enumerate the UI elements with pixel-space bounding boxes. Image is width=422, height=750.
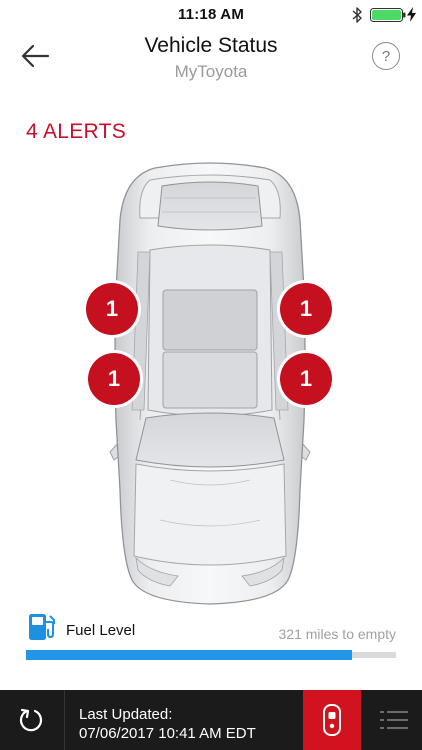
fuel-pump-icon [29,614,55,640]
toolbar-divider [64,690,65,750]
battery-icon [370,8,406,22]
page-title: Vehicle Status [144,34,278,57]
vehicle-status-screen: 11:18 AM Vehicle Status MyToyota ? 4 ALE… [0,0,422,750]
bottom-toolbar: Last Updated: 07/06/2017 10:41 AM EDT [0,690,422,750]
vehicle-key-icon [323,704,341,736]
last-updated-label: Last Updated: [79,706,173,723]
menu-button[interactable] [366,690,422,750]
refresh-icon [19,708,43,732]
vehicle-status-button[interactable] [303,690,361,750]
alert-badge-front-left-door[interactable]: 1 [86,283,138,335]
fuel-level-label: Fuel Level [66,622,136,639]
fuel-level-bar [26,650,396,660]
help-button[interactable]: ? [372,42,400,70]
refresh-button[interactable] [0,690,62,750]
charging-icon [407,7,416,22]
status-bar: 11:18 AM [0,0,422,30]
vehicle-diagram: 1 1 1 1 [86,160,332,610]
alert-badge-rear-left-door[interactable]: 1 [88,353,140,405]
list-menu-icon [380,711,408,729]
fuel-info: Fuel Level 321 miles to empty [26,610,396,644]
alerts-summary: 4 ALERTS [26,120,127,143]
page-subtitle: MyToyota [174,62,248,81]
alert-badge-rear-right-door[interactable]: 1 [280,353,332,405]
fuel-level-fill [26,650,352,660]
fuel-range-text: 321 miles to empty [278,626,397,642]
bluetooth-icon [352,7,362,23]
nav-header: Vehicle Status MyToyota ? [0,30,422,88]
last-updated-value: 07/06/2017 10:41 AM EDT [79,725,256,742]
alert-badge-front-right-door[interactable]: 1 [280,283,332,335]
last-updated: Last Updated: 07/06/2017 10:41 AM EDT [79,705,256,743]
